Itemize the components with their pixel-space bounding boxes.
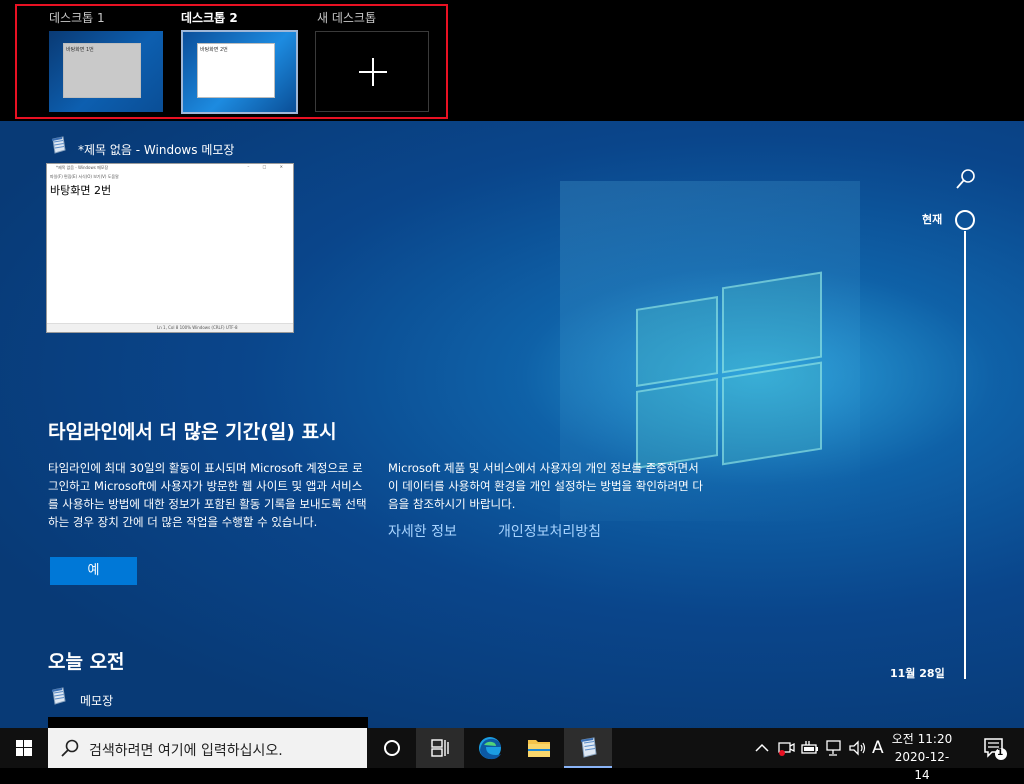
mini-window-controls-icon: – □ ✕: [247, 164, 289, 169]
window-title: *제목 없음 - Windows 메모장: [78, 143, 235, 157]
today-section-heading: 오늘 오전: [48, 651, 125, 673]
timeline-prompt-heading: 타임라인에서 더 많은 기간(일) 표시: [48, 421, 337, 443]
mini-titlebar: *제목 없음 - Windows 메모장 – □ ✕: [47, 164, 293, 173]
task-view-area: *제목 없음 - Windows 메모장 *제목 없음 - Windows 메모…: [0, 121, 1024, 729]
privacy-description: Microsoft 제품 및 서비스에서 사용자의 개인 정보를 존중하면서 이…: [388, 461, 703, 511]
mini-menu-text: 파일(F) 편집(E) 서식(O) 보기(V) 도움말: [50, 174, 119, 179]
timeline-date-label: 11월 28일: [890, 667, 945, 680]
notepad-icon: [51, 136, 66, 154]
timeline-current-label: 현재: [922, 213, 943, 226]
cortana-icon: [384, 740, 400, 756]
mini-statusbar: Ln 1, Col 8 100% Windows (CRLF) UTF-8: [47, 323, 293, 332]
privacy-policy-link[interactable]: 개인정보처리방침: [498, 521, 601, 541]
action-center-button[interactable]: 1: [978, 728, 1024, 768]
meet-now-icon[interactable]: [776, 738, 796, 758]
desktop-1-preview-text: 바탕화면 1번: [66, 47, 94, 53]
chevron-up-icon[interactable]: [752, 738, 772, 758]
cortana-button[interactable]: [368, 728, 416, 768]
virtual-desktop-strip: 데스크톱 1 바탕화면 1번 데스크톱 2 바탕화면 2번 새 데스크톱: [0, 0, 1024, 121]
notepad-window-thumbnail[interactable]: *제목 없음 - Windows 메모장 – □ ✕ 파일(F) 편집(E) 서…: [46, 163, 294, 333]
learn-more-link[interactable]: 자세한 정보: [388, 521, 457, 541]
notepad-content: 바탕화면 2번: [50, 184, 112, 197]
plus-icon: [359, 58, 387, 86]
notification-count-badge: 1: [997, 748, 1004, 758]
desktop-2-thumbnail[interactable]: 바탕화면 2번: [181, 30, 298, 114]
new-desktop-label: 새 데스크톱: [317, 11, 377, 25]
file-explorer-button[interactable]: [515, 728, 563, 768]
desktop-1-thumbnail[interactable]: 바탕화면 1번: [49, 31, 163, 112]
notepad-icon: [580, 737, 597, 758]
timeline-prompt-body: 타임라인에 최대 30일의 활동이 표시되며 Microsoft 계정으로 로그…: [48, 461, 367, 529]
timeline-current-marker[interactable]: [955, 210, 975, 230]
battery-plugged-icon[interactable]: [800, 738, 820, 758]
volume-icon[interactable]: [848, 738, 868, 758]
mini-titlebar-text: *제목 없음 - Windows 메모장: [56, 165, 109, 170]
activity-app-label[interactable]: 메모장: [80, 692, 113, 709]
folder-icon: [528, 740, 550, 757]
mini-menubar: 파일(F) 편집(E) 서식(O) 보기(V) 도움말: [47, 173, 293, 180]
windows-start-icon: [16, 740, 32, 756]
windows-logo-wallpaper: [636, 262, 822, 479]
desktop-1-label: 데스크톱 1: [49, 11, 105, 25]
taskbar-search-box[interactable]: 검색하려면 여기에 입력하십시오.: [48, 728, 367, 768]
desktop-1-notepad-preview: 바탕화면 1번: [63, 43, 141, 98]
task-view-icon: [431, 739, 449, 757]
input-method-indicator[interactable]: A: [872, 738, 884, 758]
taskbar: 검색하려면 여기에 입력하십시오. A 오전 11:20 2020-12-14 …: [0, 728, 1024, 782]
mini-status-text: Ln 1, Col 8 100% Windows (CRLF) UTF-8: [157, 325, 238, 330]
yes-button[interactable]: 예: [50, 557, 137, 585]
search-placeholder: 검색하려면 여기에 입력하십시오.: [89, 743, 283, 759]
desktop-2-label: 데스크톱 2: [181, 11, 238, 25]
desktop-2-preview-text: 바탕화면 2번: [200, 47, 228, 53]
timeline-scrollbar[interactable]: [964, 231, 966, 679]
notepad-taskbar-button[interactable]: [564, 728, 612, 768]
search-icon: [61, 739, 79, 757]
edge-taskbar-button[interactable]: [466, 728, 514, 768]
notepad-icon: [51, 687, 66, 705]
clock-date: 2020-12-14: [894, 750, 950, 782]
new-desktop-button[interactable]: [315, 31, 429, 112]
clock-time: 오전 11:20: [891, 732, 953, 746]
edge-icon: [479, 737, 501, 760]
desktop-2-notepad-preview: 바탕화면 2번: [197, 43, 275, 98]
network-icon[interactable]: [824, 738, 844, 758]
task-view-button[interactable]: [416, 728, 464, 768]
search-icon[interactable]: [954, 167, 978, 191]
clock[interactable]: 오전 11:20 2020-12-14: [890, 730, 954, 784]
start-button[interactable]: [0, 728, 48, 768]
